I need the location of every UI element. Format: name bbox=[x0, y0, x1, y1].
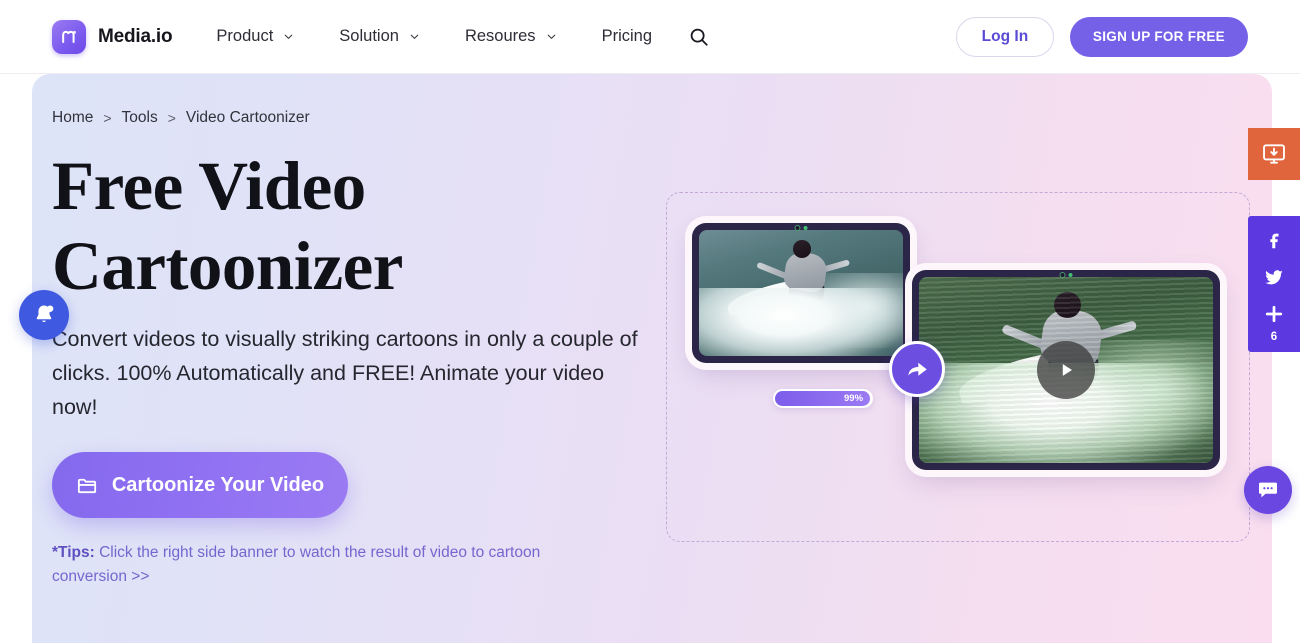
search-icon bbox=[690, 28, 708, 46]
folder-open-icon bbox=[77, 478, 96, 493]
play-button[interactable] bbox=[1037, 341, 1095, 399]
play-icon bbox=[1062, 364, 1072, 376]
hero-subtitle: Convert videos to visually striking cart… bbox=[52, 327, 638, 419]
camera-lens-icon bbox=[794, 225, 801, 231]
monitor-download-icon bbox=[1263, 144, 1285, 164]
side-rail: 6 bbox=[1248, 128, 1300, 352]
nav-item-resoures[interactable]: Resoures bbox=[465, 21, 558, 52]
camera-lens-icon bbox=[1059, 272, 1066, 278]
conversion-progress-bar: 99% bbox=[773, 389, 873, 408]
cartoonized-video-thumbnail[interactable] bbox=[912, 270, 1220, 470]
plus-icon[interactable] bbox=[1263, 303, 1285, 325]
facebook-icon[interactable] bbox=[1263, 229, 1285, 251]
notification-widget-button[interactable] bbox=[19, 290, 69, 340]
tips-prefix: *Tips: bbox=[52, 544, 95, 561]
page-root: Media.io Product Solution Resoures Prici… bbox=[0, 0, 1300, 643]
thumbnail-screen bbox=[699, 230, 903, 356]
share-arrow-icon bbox=[908, 362, 927, 376]
status-led-icon bbox=[803, 226, 808, 230]
social-share-count: 6 bbox=[1270, 331, 1278, 343]
signup-button[interactable]: SIGN UP FOR FREE bbox=[1069, 16, 1248, 57]
nav-label: Resoures bbox=[464, 27, 536, 45]
nav-label: Product bbox=[216, 27, 274, 45]
breadcrumb-separator: > bbox=[103, 110, 112, 126]
breadcrumb-item-tools[interactable]: Tools bbox=[122, 109, 158, 127]
cartoonize-your-video-button[interactable]: Cartoonize Your Video bbox=[52, 452, 348, 518]
notification-bell-icon bbox=[36, 305, 54, 323]
surfer-photo bbox=[699, 230, 903, 356]
site-header: Media.io Product Solution Resoures Prici… bbox=[0, 0, 1300, 74]
thumbnail-screen bbox=[919, 277, 1213, 463]
social-share-panel: 6 bbox=[1248, 216, 1300, 352]
nav-item-solution[interactable]: Solution bbox=[339, 21, 421, 52]
original-video-thumbnail[interactable] bbox=[692, 223, 910, 363]
twitter-icon[interactable] bbox=[1263, 266, 1285, 288]
breadcrumb: Home > Tools > Video Cartoonizer bbox=[52, 109, 310, 127]
chat-bubble-icon bbox=[1259, 482, 1277, 498]
tips-note: *Tips: Click the right side banner to wa… bbox=[52, 541, 612, 589]
download-app-button[interactable] bbox=[1248, 128, 1300, 180]
nav-item-pricing[interactable]: Pricing bbox=[602, 21, 652, 52]
media-io-logo-icon bbox=[52, 19, 86, 54]
chevron-down-icon bbox=[410, 34, 419, 39]
header-actions: Log In SIGN UP FOR FREE bbox=[955, 16, 1248, 57]
webcam-notch bbox=[794, 225, 808, 231]
page-title: Free Video Cartoonizer bbox=[52, 148, 403, 304]
brand-name: Media.io bbox=[98, 25, 173, 47]
hero-section: Home > Tools > Video Cartoonizer Free Vi… bbox=[32, 74, 1272, 643]
chevron-down-icon bbox=[285, 34, 293, 39]
cta-label: Cartoonize Your Video bbox=[111, 473, 325, 496]
status-led-icon bbox=[1068, 273, 1073, 277]
nav-label: Pricing bbox=[601, 27, 652, 45]
nav-label: Solution bbox=[339, 27, 399, 45]
progress-percent-label: 99% bbox=[844, 393, 864, 404]
main-navigation: Product Solution Resoures Pricing bbox=[216, 20, 716, 54]
progress-fill: 99% bbox=[775, 391, 871, 406]
convert-arrow-button[interactable] bbox=[889, 341, 945, 397]
chat-support-button[interactable] bbox=[1244, 466, 1292, 514]
tips-text[interactable]: Click the right side banner to watch the… bbox=[52, 544, 540, 585]
search-button[interactable] bbox=[682, 20, 716, 54]
breadcrumb-separator: > bbox=[167, 110, 176, 126]
breadcrumb-item-home[interactable]: Home bbox=[52, 109, 93, 127]
media-preview-panel: 99% bbox=[666, 192, 1250, 542]
breadcrumb-item-current: Video Cartoonizer bbox=[185, 109, 310, 126]
nav-item-product[interactable]: Product bbox=[216, 21, 295, 52]
login-button[interactable]: Log In bbox=[955, 16, 1054, 57]
chevron-down-icon bbox=[547, 34, 555, 39]
brand-logo[interactable]: Media.io bbox=[52, 19, 173, 54]
webcam-notch bbox=[1059, 272, 1073, 278]
